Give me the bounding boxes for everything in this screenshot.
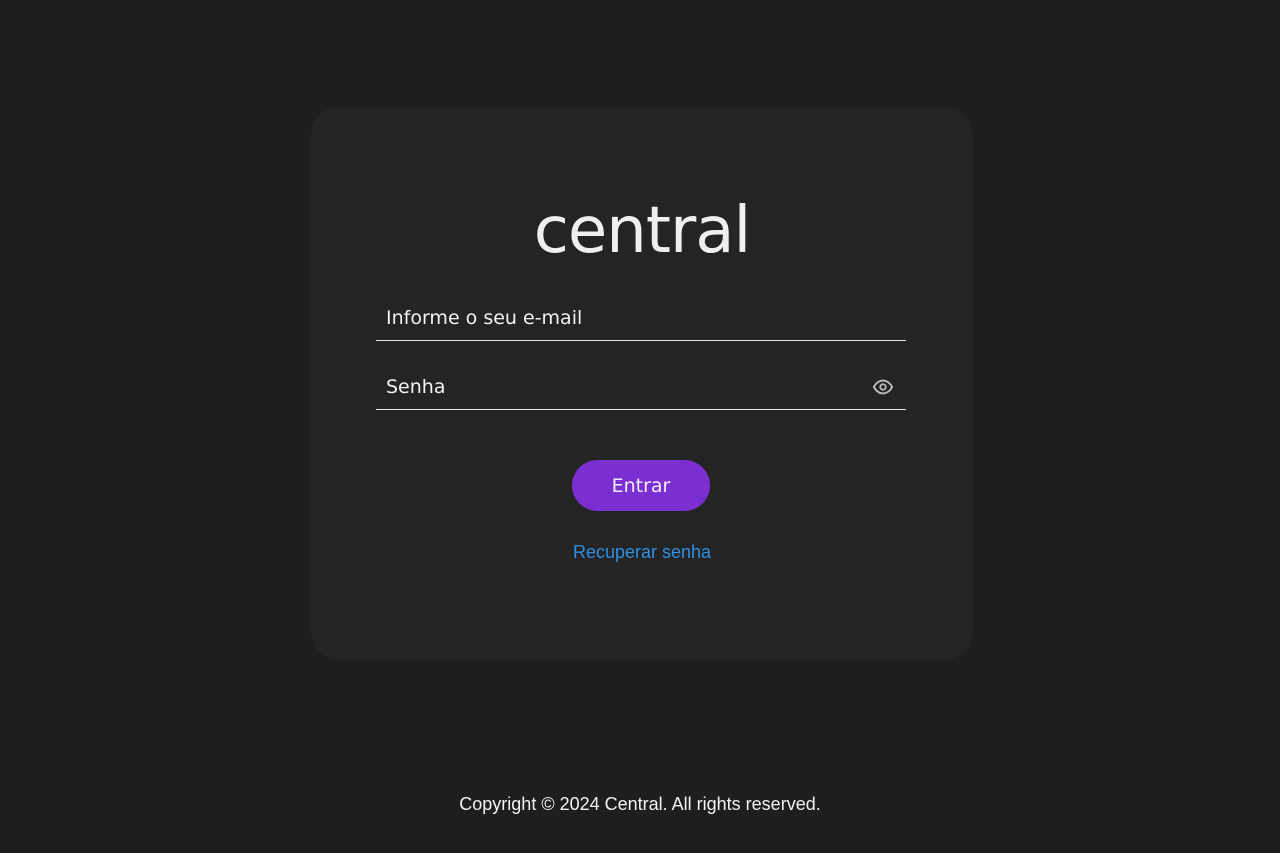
recover-password-link[interactable]: Recuperar senha — [573, 542, 711, 562]
email-input[interactable] — [376, 295, 906, 340]
password-field — [376, 364, 906, 410]
login-card: central Entrar Recuperar senha — [311, 107, 973, 660]
password-input[interactable] — [376, 364, 906, 409]
login-page: central Entrar Recuperar senha Copyright… — [0, 0, 1280, 853]
eye-icon[interactable] — [872, 376, 894, 398]
central-logo: central — [533, 194, 752, 268]
recover-password-row: Recuperar senha — [311, 542, 973, 563]
footer-copyright: Copyright © 2024 Central. All rights res… — [459, 794, 821, 814]
login-button[interactable]: Entrar — [572, 460, 710, 511]
email-field — [376, 295, 906, 341]
